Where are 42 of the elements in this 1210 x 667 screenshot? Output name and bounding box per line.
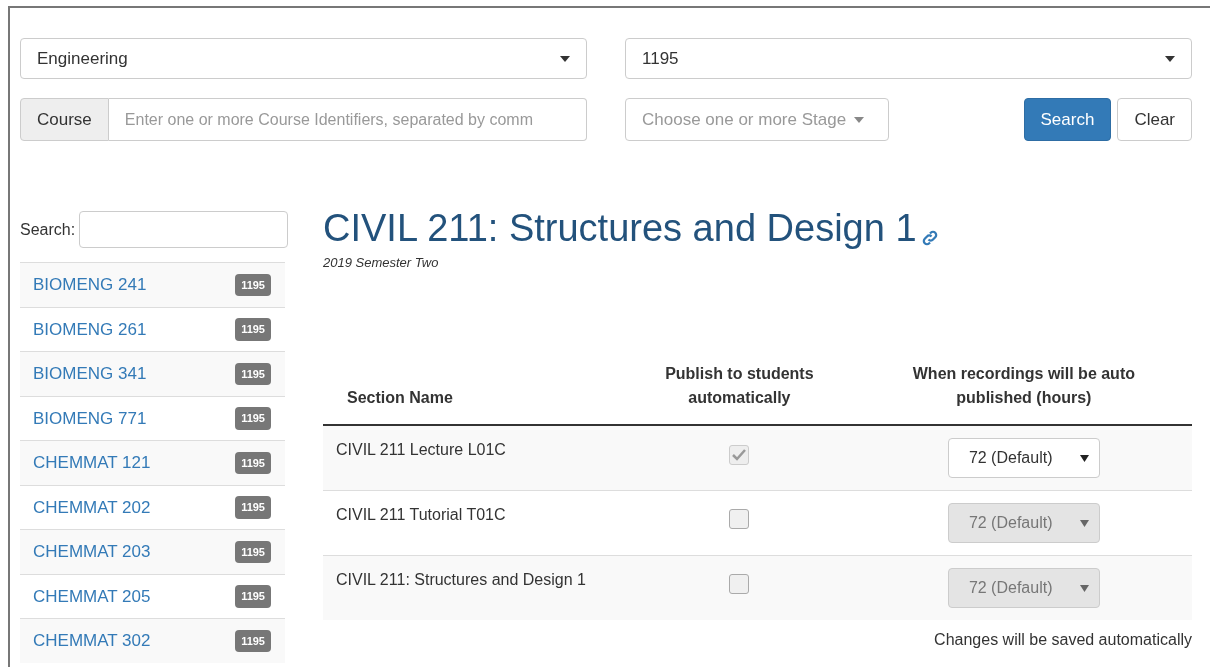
search-label: Search: (20, 219, 76, 240)
term-select[interactable]: 1195 (625, 38, 1192, 79)
term-badge: 1195 (235, 629, 271, 652)
publish-checkbox[interactable] (729, 509, 750, 529)
course-list-item[interactable]: BIOMENG 241 1195 (20, 262, 285, 307)
stages-select[interactable]: Choose one or more Stage (625, 98, 889, 141)
term-badge: 1195 (235, 362, 271, 385)
search-button[interactable]: Search (1023, 98, 1112, 141)
caret-icon (1079, 519, 1089, 527)
course-list-item[interactable]: CHEMMAT 302 1195 (20, 618, 285, 663)
caret-icon (1079, 454, 1089, 462)
term-badge: 1195 (235, 496, 271, 519)
caret-icon (854, 116, 865, 123)
term-badge: 1195 (235, 407, 271, 430)
term-badge: 1195 (235, 540, 271, 563)
term-badge: 1195 (235, 585, 271, 608)
term-badge: 1195 (235, 273, 271, 296)
course-list-item[interactable]: BIOMENG 341 1195 (20, 351, 285, 396)
section-name: CIVIL 211 Tutorial T01C (336, 506, 506, 523)
link-icon[interactable] (920, 228, 939, 247)
column-header: Publish to students automatically (664, 364, 815, 408)
column-header: Section Name (347, 389, 453, 406)
faculty-select[interactable]: Engineering (20, 38, 587, 79)
clear-button[interactable]: Clear (1117, 98, 1192, 141)
caret-icon (1165, 55, 1175, 62)
course-list-item[interactable]: CHEMMAT 203 1195 (20, 529, 285, 574)
hours-select[interactable]: 72 (Default) (947, 438, 1100, 478)
caret-icon (560, 55, 570, 62)
column-header: When recordings will be auto published (hours) (911, 364, 1136, 408)
term-badge: 1195 (235, 318, 271, 341)
section-name: CIVIL 211: Structures and Design 1 (336, 571, 586, 588)
autosave-note: Changes will be saved automatically (934, 631, 1192, 648)
caret-icon (1079, 584, 1089, 592)
term-badge: 1195 (235, 451, 271, 474)
course-field[interactable]: Enter one or more Course Identifiers, separated by comm (108, 98, 587, 141)
course-addon-label: Course (20, 98, 109, 141)
section-name: CIVIL 211 Lecture L01C (336, 441, 506, 458)
course-title: CIVIL 211: Structures and Design 1 (323, 206, 917, 251)
publish-checkbox[interactable] (729, 574, 750, 594)
course-term: 2019 Semester Two (323, 253, 440, 272)
course-list-item[interactable]: CHEMMAT 121 1195 (20, 440, 285, 485)
sidebar-search-field[interactable] (79, 211, 289, 248)
